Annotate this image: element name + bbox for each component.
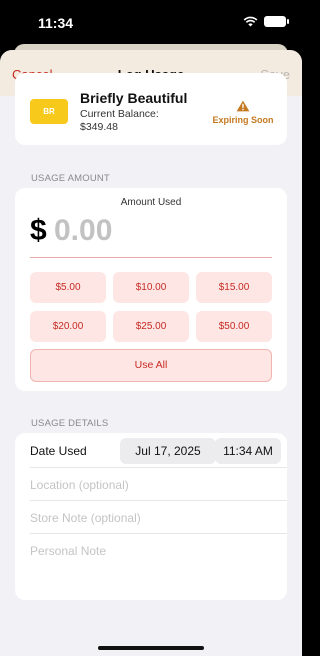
personal-note-field[interactable]: Personal Note <box>30 544 106 558</box>
quick-amount-button[interactable]: $20.00 <box>30 311 106 342</box>
balance-value: $349.48 <box>80 121 118 133</box>
home-indicator <box>98 646 204 650</box>
card-name: Briefly Beautiful <box>80 90 188 106</box>
wifi-icon <box>243 16 258 27</box>
date-picker[interactable]: Jul 17, 2025 <box>120 438 216 464</box>
amount-underline <box>30 257 272 258</box>
status-time: 11:34 <box>38 15 74 31</box>
quick-amount-button[interactable]: $5.00 <box>30 272 106 303</box>
personal-note-row[interactable]: Personal Note <box>30 533 287 566</box>
card-logo: BR <box>30 99 68 124</box>
balance-label: Current Balance: <box>80 108 159 120</box>
status-icons <box>243 16 289 27</box>
quick-amount-button[interactable]: $15.00 <box>196 272 272 303</box>
quick-amount-button[interactable]: $10.00 <box>113 272 189 303</box>
amount-used-label: Amount Used <box>120 197 182 208</box>
currency-symbol: $ <box>30 214 47 247</box>
usage-details-card: Date Used Jul 17, 2025 11:34 AM Location… <box>15 433 287 600</box>
time-picker[interactable]: 11:34 AM <box>215 438 281 464</box>
use-all-button[interactable]: Use All <box>30 349 272 382</box>
date-used-label: Date Used <box>30 444 87 458</box>
usage-details-section-label: USAGE DETAILS <box>31 418 109 429</box>
expiring-badge: Expiring Soon <box>211 100 275 125</box>
store-note-field[interactable]: Store Note (optional) <box>30 511 141 525</box>
location-field[interactable]: Location (optional) <box>30 478 129 492</box>
location-row[interactable]: Location (optional) <box>30 467 287 500</box>
expiring-text: Expiring Soon <box>212 115 274 125</box>
date-used-row: Date Used Jul 17, 2025 11:34 AM <box>30 434 287 467</box>
warning-icon <box>236 100 250 112</box>
battery-icon <box>264 16 289 27</box>
quick-amount-button[interactable]: $50.00 <box>196 311 272 342</box>
quick-amount-button[interactable]: $25.00 <box>113 311 189 342</box>
status-bar: 11:34 <box>0 0 302 46</box>
gift-card-summary: BR Briefly Beautiful Current Balance: $3… <box>15 73 287 145</box>
amount-input[interactable]: 0.00 <box>54 214 112 248</box>
store-note-row[interactable]: Store Note (optional) <box>30 500 287 533</box>
usage-amount-section-label: USAGE AMOUNT <box>31 173 110 184</box>
usage-amount-card: Amount Used $ 0.00 $5.00 $10.00 $15.00 $… <box>15 188 287 391</box>
